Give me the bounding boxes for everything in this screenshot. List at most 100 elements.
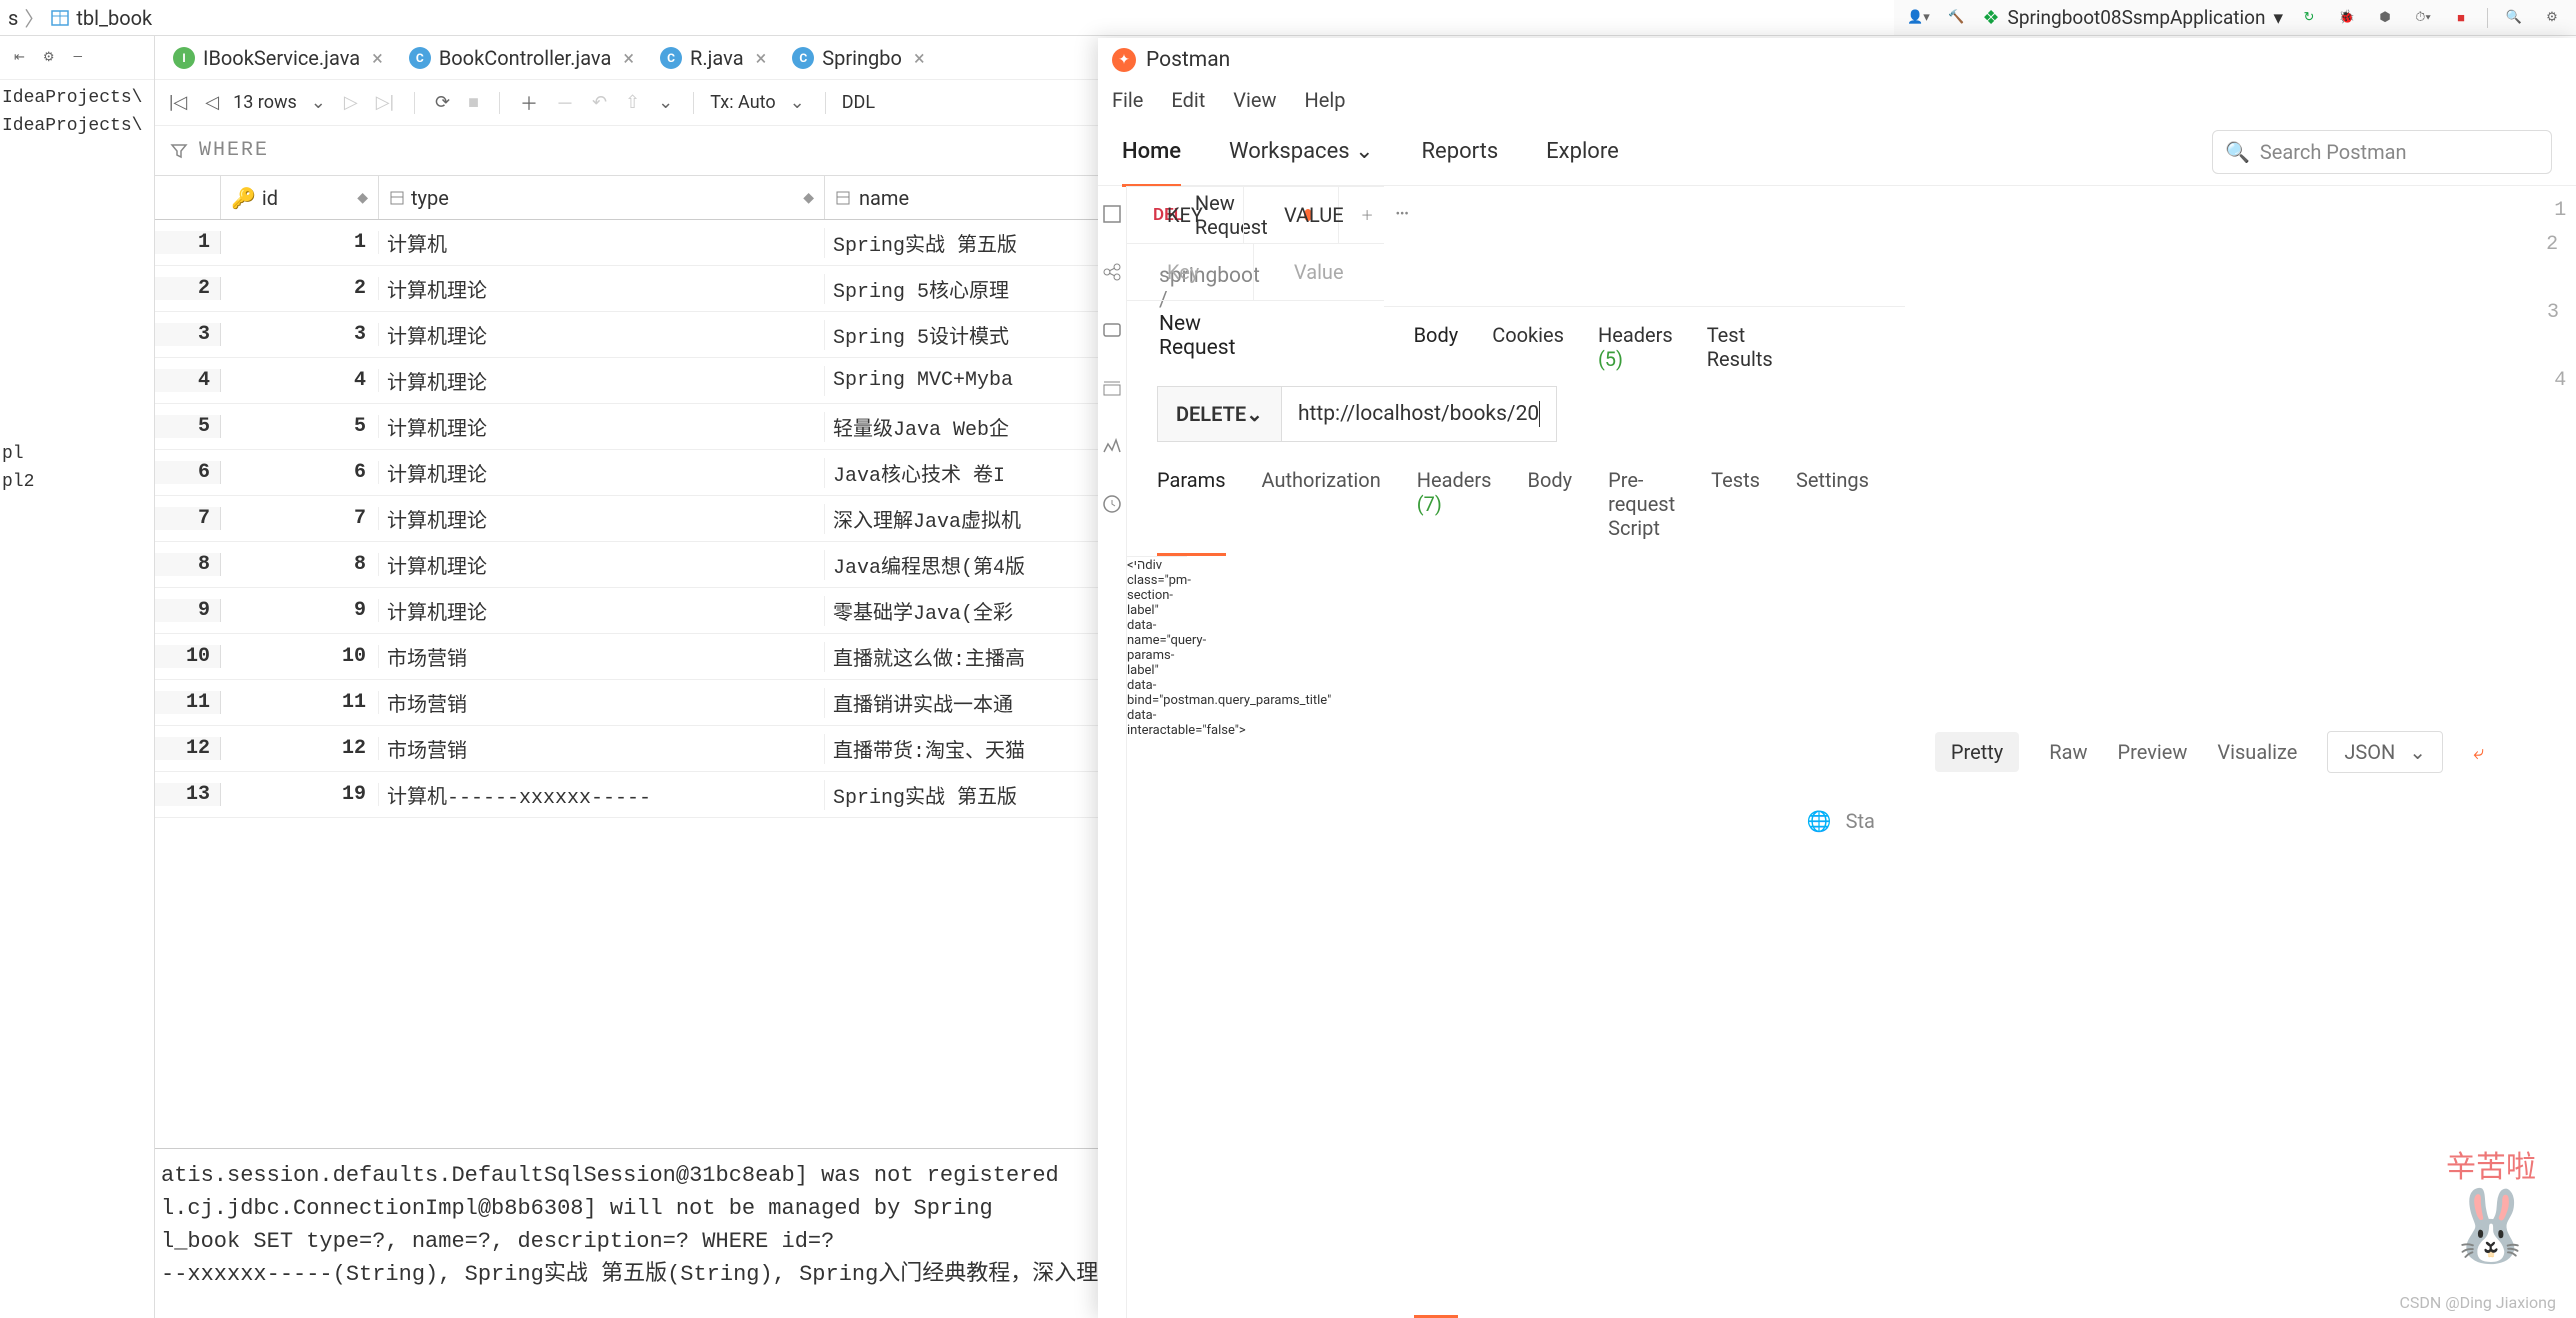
sidebar-item[interactable]: pl2 bbox=[0, 468, 154, 496]
tx-mode[interactable]: Tx: Auto bbox=[710, 92, 775, 113]
cell-id[interactable]: 1 bbox=[221, 231, 379, 254]
stop-icon[interactable]: ■ bbox=[464, 90, 483, 115]
kv-key-input[interactable]: Key bbox=[1127, 244, 1253, 300]
cell-id[interactable]: 4 bbox=[221, 369, 379, 392]
monitors-icon[interactable] bbox=[1098, 432, 1126, 460]
column-id[interactable]: 🔑 id ◆ bbox=[221, 176, 379, 219]
cell-id[interactable]: 5 bbox=[221, 415, 379, 438]
cell-id[interactable]: 8 bbox=[221, 553, 379, 576]
close-icon[interactable]: × bbox=[372, 46, 383, 70]
chevron-down-icon[interactable]: ⌄ bbox=[307, 90, 330, 115]
tab-options-icon[interactable]: ••• bbox=[1396, 207, 1409, 222]
view-raw[interactable]: Raw bbox=[2049, 740, 2087, 764]
kv-value-input[interactable]: Value bbox=[1253, 244, 1384, 300]
cell-type[interactable]: 市场营销 bbox=[379, 688, 825, 718]
history-icon[interactable] bbox=[1098, 490, 1126, 518]
close-icon[interactable]: × bbox=[623, 46, 634, 70]
wrap-lines-icon[interactable]: ⤶ bbox=[2473, 740, 2484, 764]
run-config-selector[interactable]: ❖ Springboot08SsmpApplication ▾ bbox=[1982, 6, 2283, 29]
cell-id[interactable]: 11 bbox=[221, 691, 379, 714]
cell-id[interactable]: 12 bbox=[221, 737, 379, 760]
environments-icon[interactable] bbox=[1098, 316, 1126, 344]
cell-id[interactable]: 19 bbox=[221, 783, 379, 806]
search-input[interactable]: 🔍Search Postman bbox=[2212, 130, 2552, 174]
cell-type[interactable]: 计算机理论 bbox=[379, 274, 825, 304]
view-pretty[interactable]: Pretty bbox=[1935, 732, 2019, 772]
cell-type[interactable]: 计算机理论 bbox=[379, 366, 825, 396]
format-selector[interactable]: JSON ⌄ bbox=[2327, 731, 2443, 773]
cell-id[interactable]: 2 bbox=[221, 277, 379, 300]
cell-id[interactable]: 3 bbox=[221, 323, 379, 346]
editor-tab[interactable]: IIBookService.java× bbox=[163, 40, 393, 76]
menu-file[interactable]: File bbox=[1112, 88, 1143, 112]
run-icon[interactable]: ↻ bbox=[2297, 6, 2321, 30]
debug-icon[interactable]: 🐞 bbox=[2335, 6, 2359, 30]
breadcrumb-table[interactable]: tbl_book bbox=[76, 6, 152, 30]
sort-icon[interactable]: ◆ bbox=[357, 190, 368, 206]
build-icon[interactable]: 🔨 bbox=[1944, 6, 1968, 30]
sidebar-path[interactable]: IdeaProjects\ bbox=[0, 84, 154, 112]
sort-icon[interactable]: ◆ bbox=[803, 190, 814, 206]
last-page-icon[interactable]: ▷| bbox=[372, 90, 398, 115]
stop-icon[interactable]: ■ bbox=[2449, 6, 2473, 30]
cell-type[interactable]: 市场营销 bbox=[379, 734, 825, 764]
close-icon[interactable]: × bbox=[914, 46, 925, 70]
editor-tab[interactable]: CR.java× bbox=[650, 40, 776, 76]
cell-type[interactable]: 计算机理论 bbox=[379, 596, 825, 626]
nav-reports[interactable]: Reports bbox=[1422, 139, 1499, 164]
next-page-icon[interactable]: ▷ bbox=[340, 90, 362, 115]
user-icon[interactable]: 👤▾ bbox=[1906, 6, 1930, 30]
add-row-icon[interactable]: ＋ bbox=[516, 88, 542, 118]
profile-icon[interactable]: ⏱▾ bbox=[2411, 6, 2435, 30]
menu-view[interactable]: View bbox=[1233, 88, 1276, 112]
prev-page-icon[interactable]: ◁ bbox=[201, 90, 223, 115]
cell-type[interactable]: 计算机理论 bbox=[379, 320, 825, 350]
nav-workspaces[interactable]: Workspaces ⌄ bbox=[1229, 139, 1373, 164]
cell-type[interactable]: 计算机理论 bbox=[379, 458, 825, 488]
cell-id[interactable]: 9 bbox=[221, 599, 379, 622]
column-type[interactable]: type ◆ bbox=[379, 176, 825, 219]
menu-help[interactable]: Help bbox=[1305, 88, 1346, 112]
cell-type[interactable]: 计算机------xxxxxx----- bbox=[379, 780, 825, 810]
revert-icon[interactable]: ↶ bbox=[588, 90, 611, 115]
mock-icon[interactable] bbox=[1098, 374, 1126, 402]
nav-explore[interactable]: Explore bbox=[1546, 139, 1619, 164]
gear-icon[interactable]: ⚙ bbox=[39, 48, 59, 67]
remove-row-icon[interactable]: － bbox=[552, 88, 578, 118]
gear-icon[interactable]: ⚙ bbox=[2540, 6, 2564, 30]
resptab-cookies[interactable]: Cookies bbox=[1492, 323, 1564, 1318]
apis-icon[interactable] bbox=[1098, 258, 1126, 286]
cell-id[interactable]: 7 bbox=[221, 507, 379, 530]
cell-type[interactable]: 计算机理论 bbox=[379, 550, 825, 580]
view-visualize[interactable]: Visualize bbox=[2217, 740, 2297, 764]
chevron-down-icon[interactable]: ⌄ bbox=[654, 90, 677, 115]
menu-edit[interactable]: Edit bbox=[1171, 88, 1205, 112]
cell-id[interactable]: 6 bbox=[221, 461, 379, 484]
cell-type[interactable]: 市场营销 bbox=[379, 642, 825, 672]
resptab-body[interactable]: Body bbox=[1414, 323, 1459, 1318]
cell-type[interactable]: 计算机理论 bbox=[379, 504, 825, 534]
collections-icon[interactable] bbox=[1098, 200, 1126, 228]
resptab-headers[interactable]: Headers (5) bbox=[1598, 323, 1673, 1318]
ddl-button[interactable]: DDL bbox=[842, 92, 875, 113]
nav-home[interactable]: Home bbox=[1122, 139, 1181, 187]
cell-type[interactable]: 计算机理论 bbox=[379, 412, 825, 442]
cell-id[interactable]: 10 bbox=[221, 645, 379, 668]
globe-icon[interactable]: 🌐 bbox=[1807, 809, 1832, 833]
sidebar-collapse-icon[interactable]: ⇤ bbox=[10, 48, 29, 67]
search-icon[interactable]: 🔍 bbox=[2502, 6, 2526, 30]
chevron-down-icon[interactable]: ⌄ bbox=[786, 90, 809, 115]
coverage-icon[interactable]: ⬢ bbox=[2373, 6, 2397, 30]
first-page-icon[interactable]: |◁ bbox=[165, 90, 191, 115]
sidebar-path[interactable]: IdeaProjects\ bbox=[0, 112, 154, 140]
editor-tab[interactable]: CBookController.java× bbox=[399, 40, 644, 76]
close-icon[interactable]: × bbox=[756, 46, 767, 70]
sidebar-item[interactable]: pl bbox=[0, 440, 154, 468]
commit-icon[interactable]: ⇧ bbox=[621, 90, 644, 115]
sidebar-hide-icon[interactable]: — bbox=[69, 48, 87, 67]
editor-tab[interactable]: CSpringbo× bbox=[782, 40, 934, 76]
view-preview[interactable]: Preview bbox=[2118, 740, 2188, 764]
cell-type[interactable]: 计算机 bbox=[379, 228, 825, 258]
resptab-test-results[interactable]: Test Results bbox=[1707, 323, 1773, 1318]
refresh-icon[interactable]: ⟳ bbox=[431, 90, 454, 115]
